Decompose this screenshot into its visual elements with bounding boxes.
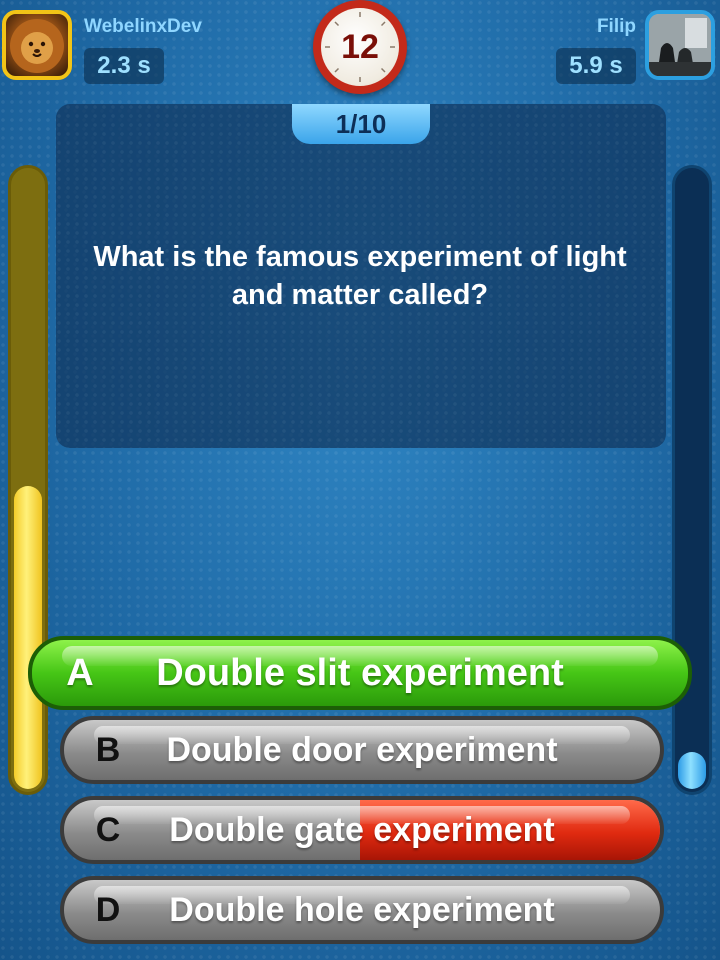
lion-avatar-icon bbox=[10, 19, 64, 73]
timer-value: 12 bbox=[341, 28, 379, 66]
answer-label: Double door experiment bbox=[166, 731, 558, 769]
answer-label: Double hole experiment bbox=[169, 891, 555, 929]
question-counter: 1/10 bbox=[292, 104, 430, 144]
countdown-timer: 12 bbox=[313, 0, 407, 94]
player-left-progress-fill bbox=[14, 486, 42, 789]
player-left-avatar bbox=[2, 10, 72, 80]
player-right-name: Filip bbox=[596, 16, 636, 37]
player-right-avatar bbox=[645, 10, 715, 80]
player-right-time: 5.9 s bbox=[556, 48, 636, 84]
answer-a-button[interactable]: A Double slit experiment bbox=[28, 636, 692, 710]
answer-label: Double slit experiment bbox=[156, 652, 564, 694]
photo-avatar-icon bbox=[649, 14, 711, 76]
player-left-name: WebelinxDev bbox=[84, 16, 202, 37]
answer-label: Double gate experiment bbox=[169, 811, 555, 849]
answer-c-button[interactable]: C Double gate experiment bbox=[60, 796, 664, 864]
question-text: What is the famous experiment of light a… bbox=[93, 241, 627, 311]
player-left-time: 2.3 s bbox=[84, 48, 164, 84]
answer-d-button[interactable]: D Double hole experiment bbox=[60, 876, 664, 944]
player-right-progress-fill bbox=[678, 752, 706, 789]
answer-b-button[interactable]: B Double door experiment bbox=[60, 716, 664, 784]
